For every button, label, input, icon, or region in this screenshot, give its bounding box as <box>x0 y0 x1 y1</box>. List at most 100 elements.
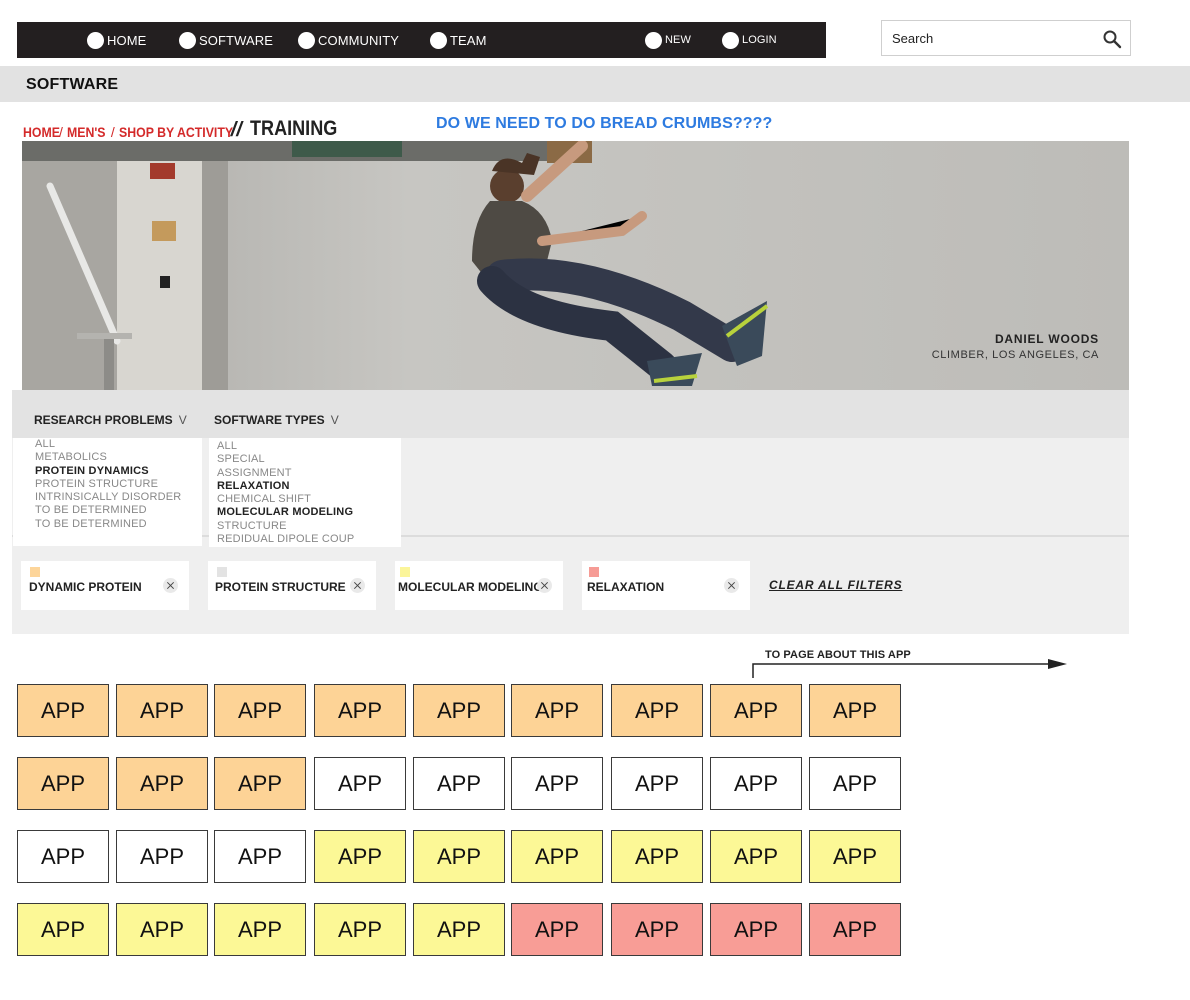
hero-banner: DANIEL WOODS CLIMBER, LOS ANGELES, CA <box>22 141 1129 390</box>
app-tile[interactable]: APP <box>413 684 505 737</box>
app-tile[interactable]: APP <box>314 757 406 810</box>
chip-label: PROTEIN STRUCTURE <box>215 580 346 594</box>
nav-community[interactable]: COMMUNITY <box>298 22 399 58</box>
app-tile[interactable]: APP <box>214 903 306 956</box>
app-tile[interactable]: APP <box>710 830 802 883</box>
section-header: SOFTWARE <box>0 66 1190 102</box>
app-tile[interactable]: APP <box>314 684 406 737</box>
app-tile[interactable]: APP <box>413 903 505 956</box>
app-tile[interactable]: APP <box>710 757 802 810</box>
breadcrumb-current: TRAINING <box>249 117 338 140</box>
app-tile[interactable]: APP <box>710 684 802 737</box>
app-tile[interactable]: APP <box>17 903 109 956</box>
new-dot-icon <box>645 31 662 49</box>
chevron-down-icon: V <box>178 413 187 427</box>
search-icon[interactable] <box>1102 29 1122 49</box>
app-tile[interactable]: APP <box>611 757 703 810</box>
research-problems-dropdown: ALL METABOLICS PROTEIN DYNAMICS PROTEIN STR… <box>13 438 202 546</box>
filter-chip-protein-structure: PROTEIN STRUCTURE <box>208 561 376 610</box>
nav-new-label: NEW <box>665 34 691 46</box>
dropdown-option[interactable]: SPECIAL <box>217 453 401 466</box>
software-types-options: ALL SPECIAL ASSIGNMENT RELAXATION CHEMICAL S… <box>217 440 401 546</box>
nav-new[interactable]: NEW <box>645 22 691 58</box>
app-tile[interactable]: APP <box>214 684 306 737</box>
app-tile[interactable]: APP <box>511 684 603 737</box>
dropdown-option[interactable]: MOLECULAR MODELING <box>217 506 401 519</box>
app-tile[interactable]: APP <box>17 830 109 883</box>
dropdown-option[interactable]: STRUCTURE <box>217 520 401 533</box>
login-dot-icon <box>722 31 739 49</box>
breadcrumb-shop-by-activity[interactable]: SHOP BY ACTIVITY <box>119 124 233 140</box>
clear-all-filters-link[interactable]: CLEAR ALL FILTERS <box>769 578 902 592</box>
app-tile[interactable]: APP <box>809 757 901 810</box>
nav-software[interactable]: SOFTWARE <box>179 22 273 58</box>
chip-color-swatch <box>400 567 410 577</box>
search-input[interactable] <box>882 21 1092 55</box>
app-tile[interactable]: APP <box>413 830 505 883</box>
app-tile[interactable]: APP <box>413 757 505 810</box>
close-icon[interactable] <box>163 578 178 593</box>
filter-chip-relaxation: RELAXATION <box>582 561 750 610</box>
app-tile[interactable]: APP <box>611 684 703 737</box>
dropdown-option[interactable]: REDIDUAL DIPOLE COUP <box>217 533 401 546</box>
chip-color-swatch <box>217 567 227 577</box>
app-tile[interactable]: APP <box>611 830 703 883</box>
dropdown-option[interactable]: ALL <box>217 440 401 453</box>
close-icon[interactable] <box>350 578 365 593</box>
breadcrumb-home[interactable]: HOME <box>23 124 60 140</box>
filter-chip-molecular-modeling: MOLECULAR MODELING <box>395 561 563 610</box>
app-tile[interactable]: APP <box>511 757 603 810</box>
dropdown-option[interactable]: TO BE DETERMINED <box>35 518 202 531</box>
dropdown-option[interactable]: CHEMICAL SHIFT <box>217 493 401 506</box>
filter-bar: RESEARCH PROBLEMS V SOFTWARE TYPES V <box>12 390 1129 438</box>
search-box <box>881 20 1131 56</box>
app-tile[interactable]: APP <box>809 830 901 883</box>
nav-login-label: LOGIN <box>742 34 777 46</box>
nav-community-label: COMMUNITY <box>318 32 400 48</box>
app-tile[interactable]: APP <box>116 903 208 956</box>
app-tile[interactable]: APP <box>611 903 703 956</box>
dropdown-option[interactable]: ALL <box>35 438 202 451</box>
app-tile[interactable]: APP <box>17 757 109 810</box>
nav-login[interactable]: LOGIN <box>722 22 777 58</box>
app-tile[interactable]: APP <box>511 830 603 883</box>
dropdown-option[interactable]: TO BE DETERMINED <box>35 504 202 517</box>
research-problems-label: RESEARCH PROBLEMS <box>34 413 173 427</box>
page-title: SOFTWARE <box>26 76 119 93</box>
app-tile[interactable]: APP <box>116 830 208 883</box>
hero-caption-name: DANIEL WOODS <box>994 332 1099 346</box>
chip-color-swatch <box>30 567 40 577</box>
app-tile[interactable]: APP <box>314 830 406 883</box>
filter-chip-dynamic-protein: DYNAMIC PROTEIN <box>21 561 189 610</box>
dropdown-option[interactable]: PROTEIN STRUCTURE <box>35 478 202 491</box>
app-tile[interactable]: APP <box>17 684 109 737</box>
app-tile[interactable]: APP <box>214 757 306 810</box>
app-tile[interactable]: APP <box>214 830 306 883</box>
dropdown-option[interactable]: RELAXATION <box>217 480 401 493</box>
app-tile[interactable]: APP <box>116 684 208 737</box>
app-tile[interactable]: APP <box>116 757 208 810</box>
dropdown-option[interactable]: METABOLICS <box>35 451 202 464</box>
app-tile[interactable]: APP <box>314 903 406 956</box>
dropdown-option[interactable]: INTRINSICALLY DISORDER <box>35 491 202 504</box>
research-problems-filter[interactable]: RESEARCH PROBLEMS V <box>34 413 187 427</box>
breadcrumb-mens[interactable]: MEN'S <box>67 124 107 140</box>
close-icon[interactable] <box>724 578 739 593</box>
app-tile[interactable]: APP <box>511 903 603 956</box>
nav-home[interactable]: HOME <box>87 22 146 58</box>
home-dot-icon <box>87 31 104 49</box>
hero-caption: DANIEL WOODS CLIMBER, LOS ANGELES, CA <box>932 332 1099 361</box>
chip-color-swatch <box>589 567 599 577</box>
close-icon[interactable] <box>537 578 552 593</box>
app-tile[interactable]: APP <box>809 684 901 737</box>
dropdown-option[interactable]: PROTEIN DYNAMICS <box>35 465 202 478</box>
nav-team-label: TEAM <box>450 32 487 48</box>
breadcrumb-separator: / <box>110 124 115 140</box>
app-tile[interactable]: APP <box>710 903 802 956</box>
software-types-filter[interactable]: SOFTWARE TYPES V <box>214 413 339 427</box>
software-types-dropdown: ALL SPECIAL ASSIGNMENT RELAXATION CHEMICAL S… <box>209 438 401 547</box>
nav-team[interactable]: TEAM <box>430 22 487 58</box>
app-tile[interactable]: APP <box>809 903 901 956</box>
dropdown-option[interactable]: ASSIGNMENT <box>217 467 401 480</box>
research-problems-options: ALL METABOLICS PROTEIN DYNAMICS PROTEIN STR… <box>35 438 202 531</box>
